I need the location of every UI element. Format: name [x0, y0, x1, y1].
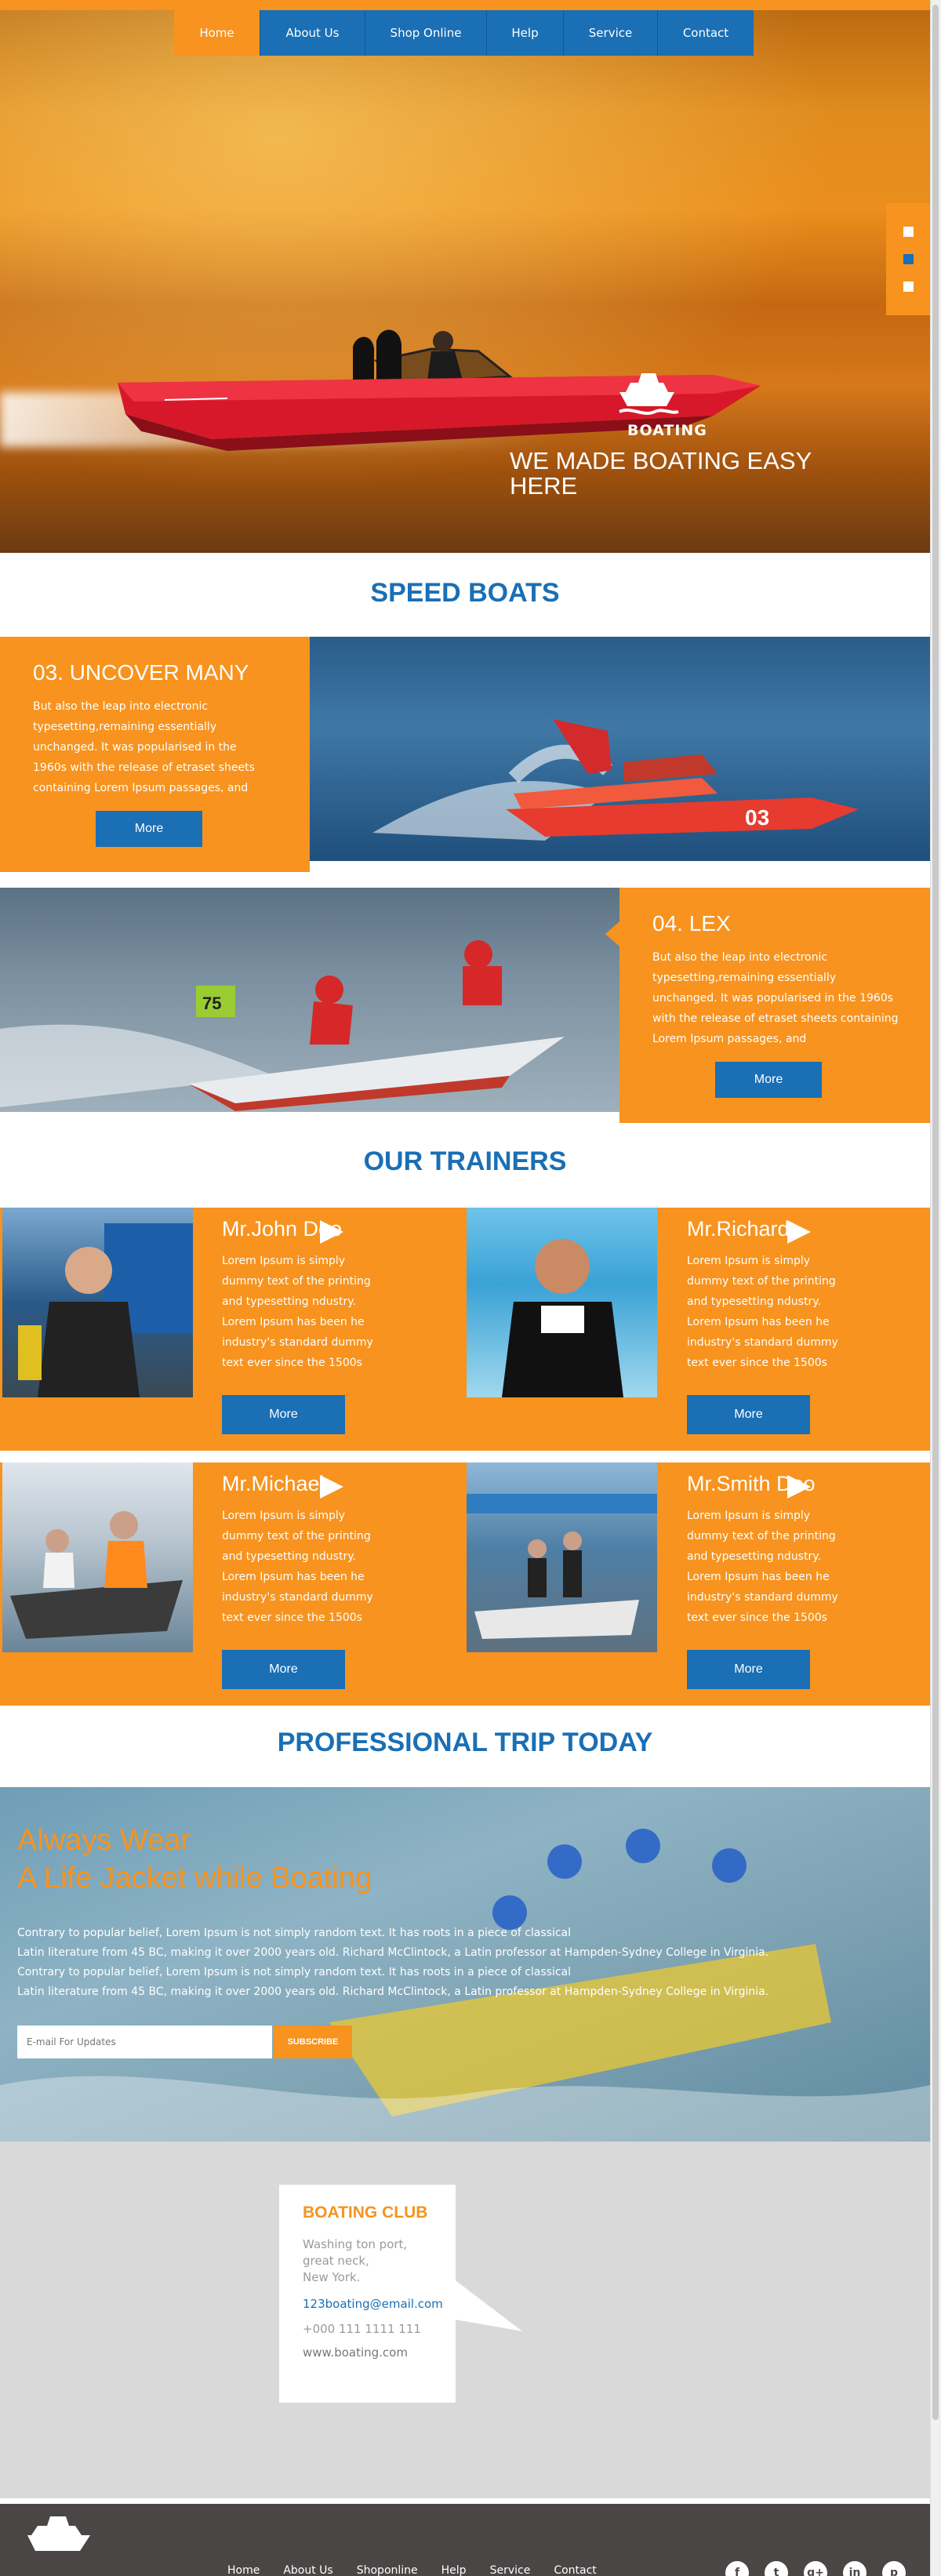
lex-boat-image: 75	[0, 940, 565, 1111]
trainers-title: OUR TRAINERS	[363, 1146, 567, 1176]
trainer-more-button-john[interactable]: More	[222, 1395, 345, 1434]
speed-boat-card-2: 04. LEX But also the leap into electroni…	[619, 888, 930, 1123]
nav-shop-online[interactable]: Shop Online	[365, 10, 487, 56]
trip-paragraph-line: Latin literature from 45 BC, making it o…	[17, 1946, 769, 1959]
trainer-name-smith: Mr.Smith Deo	[687, 1472, 816, 1495]
speed-boat-heading-2: 04. LEX	[652, 911, 731, 936]
footer-logo-icon[interactable]	[24, 2512, 94, 2559]
play-icon[interactable]	[320, 1475, 343, 1499]
card-arrow	[605, 921, 619, 946]
trip-paragraph: Contrary to popular belief, Lorem Ipsum …	[17, 1924, 801, 2002]
subscribe-button[interactable]: SUBSCRIBE	[274, 2026, 352, 2058]
slider-dot-3[interactable]	[903, 282, 914, 292]
trip-paragraph-line: Latin literature from 45 BC, making it o…	[17, 1986, 769, 1998]
speed-boat-more-button-2[interactable]: More	[715, 1062, 822, 1098]
speed-boat-card-1: 03. UNCOVER MANY But also the leap into …	[0, 637, 310, 872]
trainer-card-smith: Mr.Smith Deo Lorem Ipsum is simply dummy…	[687, 1472, 844, 1628]
scrollbar-thumb[interactable]	[932, 5, 939, 2420]
contact-title: BOATING CLUB	[303, 2204, 428, 2222]
email-updates-input[interactable]	[17, 2026, 272, 2058]
trip-headline-line-2: A Life Jacket while Boating	[17, 1862, 372, 1895]
contact-address-line-1: Washing ton port, great neck,	[303, 2237, 408, 2268]
trainer-name-michael: Mr.Michael	[222, 1472, 325, 1495]
boat-number-75: 75	[202, 994, 221, 1013]
speed-boat-text-1: But also the leap into electronic typese…	[33, 700, 255, 794]
trainer-bio-smith: Lorem Ipsum is simply dummy text of the …	[687, 1510, 838, 1624]
trainer-name-john: Mr.John Deo	[222, 1217, 343, 1241]
racing-boat-image: 03	[372, 719, 859, 841]
trip-headline: Always Wear A Life Jacket while Boating	[17, 1822, 372, 1897]
trip-paragraph-line: Contrary to popular belief, Lorem Ipsum …	[17, 1966, 572, 1978]
hero-banner: BOATING WE MADE BOATING EASY HERE	[0, 0, 930, 553]
page: BOATING WE MADE BOATING EASY HERE Home A…	[0, 0, 941, 2576]
speed-boat-more-button-1[interactable]: More	[96, 811, 202, 847]
speed-boat-text-2: But also the leap into electronic typese…	[652, 951, 899, 1045]
nav-service[interactable]: Service	[564, 10, 658, 56]
trip-paragraph-line: Contrary to popular belief, Lorem Ipsum …	[17, 1927, 572, 1939]
contact-phone: +000 111 1111 111	[303, 2322, 421, 2336]
trainer-card-john: Mr.John Deo Lorem Ipsum is simply dummy …	[222, 1217, 379, 1373]
trainer-photo-michael	[2, 1462, 193, 1652]
footer-nav: Home About Us Shoponline Help Service Co…	[227, 2564, 597, 2576]
footer-nav-home[interactable]: Home	[227, 2564, 260, 2576]
hero-logo-text: BOATING	[627, 422, 707, 439]
nav-home[interactable]: Home	[174, 10, 260, 56]
trainer-more-button-smith[interactable]: More	[687, 1650, 810, 1689]
speed-boat-heading-1: 03. UNCOVER MANY	[33, 660, 249, 685]
hero-slider-dots	[886, 203, 930, 315]
trainer-photo-richard	[467, 1208, 657, 1397]
footer-nav-help[interactable]: Help	[441, 2564, 467, 2576]
play-icon[interactable]	[320, 1220, 343, 1244]
trip-section-title: PROFESSIONAL TRIP TODAY	[277, 1728, 653, 1757]
slider-dot-1[interactable]	[903, 227, 914, 237]
speed-boat-photo-2: 75	[0, 888, 619, 1112]
contact-address-line-2: New York.	[303, 2270, 361, 2284]
trainer-more-button-richard[interactable]: More	[687, 1395, 810, 1434]
contact-email-link[interactable]: 123boating@email.com	[303, 2297, 443, 2311]
play-icon[interactable]	[787, 1220, 811, 1244]
nav-help[interactable]: Help	[487, 10, 564, 56]
speed-boat-photo-1: 03	[310, 637, 930, 861]
trainer-name-richard: Mr.Richard	[687, 1217, 790, 1241]
trainer-more-button-michael[interactable]: More	[222, 1650, 345, 1689]
trainer-photo-john	[2, 1208, 193, 1397]
trainer-card-michael: Mr.Michael Lorem Ipsum is simply dummy t…	[222, 1472, 379, 1628]
play-icon[interactable]	[787, 1475, 811, 1499]
speed-boats-title: SPEED BOATS	[370, 578, 560, 608]
contact-card: BOATING CLUB Washing ton port, great nec…	[279, 2185, 456, 2403]
nav-about-us[interactable]: About Us	[260, 10, 365, 56]
trainer-photo-smith	[467, 1462, 657, 1652]
hero-headline: WE MADE BOATING EASY HERE	[510, 447, 812, 500]
boat-number-03: 03	[745, 805, 769, 830]
footer-nav-service[interactable]: Service	[490, 2564, 531, 2576]
slider-dot-2[interactable]	[903, 254, 914, 264]
main-nav: Home About Us Shop Online Help Service C…	[174, 10, 754, 56]
footer-nav-contact[interactable]: Contact	[554, 2564, 596, 2576]
footer-nav-shoponline[interactable]: Shoponline	[357, 2564, 418, 2576]
contact-website[interactable]: www.boating.com	[303, 2345, 432, 2360]
nav-contact[interactable]: Contact	[658, 10, 754, 56]
trainer-card-richard: Mr.Richard Lorem Ipsum is simply dummy t…	[687, 1217, 844, 1373]
top-accent-bar	[0, 0, 941, 10]
trainer-bio-michael: Lorem Ipsum is simply dummy text of the …	[222, 1510, 373, 1624]
footer-nav-about-us[interactable]: About Us	[283, 2564, 332, 2576]
trip-headline-line-1: Always Wear	[17, 1824, 191, 1857]
trainer-bio-john: Lorem Ipsum is simply dummy text of the …	[222, 1255, 373, 1369]
contact-address: Washing ton port, great neck, New York.	[303, 2236, 432, 2286]
trainer-bio-richard: Lorem Ipsum is simply dummy text of the …	[687, 1255, 838, 1369]
